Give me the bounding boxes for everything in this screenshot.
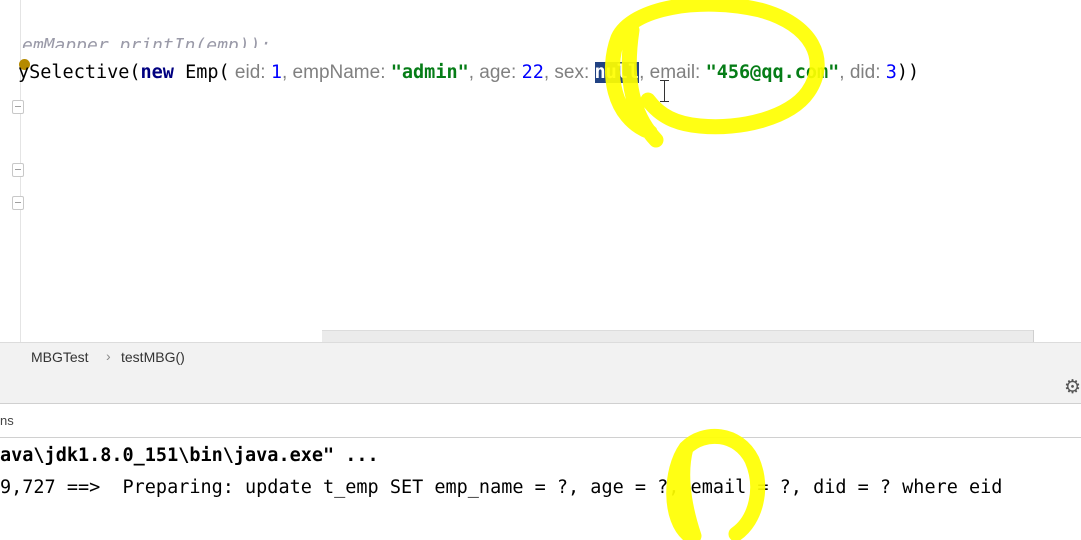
class-name: Emp( [173,62,230,83]
text-cursor-icon [660,80,670,102]
console-line: 9,727 ==> Preparing: update t_emp SET em… [0,477,1003,498]
fold-marker-icon[interactable] [12,100,24,114]
scrollbar-divider [1033,330,1034,342]
console-line: ava\jdk1.8.0_151\bin\java.exe" ... [0,445,379,466]
breadcrumb-method[interactable]: testMBG() [121,349,185,365]
run-tab-label[interactable]: ns [0,413,14,428]
value-eid: 1 [270,62,282,83]
fold-marker-icon[interactable] [12,196,24,210]
value-did: 3 [885,62,897,83]
param-hint-did: , did: [839,62,886,83]
run-tab-strip [0,404,1081,438]
param-hint-empname: , empName: [282,62,391,83]
editor-gutter [0,0,24,342]
chevron-right-icon: › [106,348,111,364]
value-empname: "admin" [390,62,469,83]
code-editor[interactable]: emMapper.printIn(emp)); ySelective(new E… [0,0,1081,343]
breadcrumb: MBGTest › testMBG() [0,342,1081,373]
breadcrumb-class[interactable]: MBGTest [31,349,89,365]
fold-marker-icon[interactable] [12,163,24,177]
code-line-update[interactable]: ySelective(new Emp( eid: 1, empName: "ad… [18,59,919,87]
run-toolwindow-header [0,372,1081,404]
closing-parens: )) [896,62,920,83]
keyword-new: new [140,62,174,83]
value-age: 22 [521,62,544,83]
value-email: "456@qq.com" [705,62,840,83]
code-line-previous: emMapper.printIn(emp)); [22,35,272,48]
gear-icon[interactable]: ⚙ [1064,376,1081,398]
param-hint-sex: , sex: [543,62,595,83]
param-hint-email: , email: [639,62,706,83]
param-hint-eid: eid: [229,62,271,83]
method-name: ySelective( [18,62,141,83]
selected-null-value[interactable]: null [594,62,640,83]
param-hint-age: , age: [468,62,522,83]
